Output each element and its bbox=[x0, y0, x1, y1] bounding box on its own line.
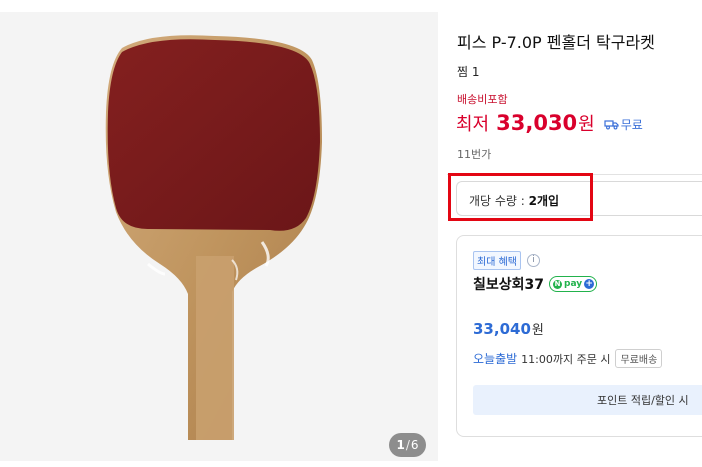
delivery-today-label: 오늘출발 bbox=[473, 352, 518, 366]
product-title: 피스 P-7.0P 펜홀더 탁구라켓 bbox=[457, 33, 655, 52]
delivery-info: 오늘출발 11:00까지 주문 시 무료배송 bbox=[473, 349, 663, 368]
product-page: 1/6 피스 P-7.0P 펜홀더 탁구라켓 찜 1 배송비포함 최저 33,0… bbox=[0, 0, 702, 467]
points-discount-button[interactable]: 포인트 적립/할인 시 bbox=[473, 385, 702, 415]
free-delivery-tag: 무료배송 bbox=[615, 349, 663, 368]
price-prefix: 최저 bbox=[456, 114, 490, 135]
offer-price-value: 33,040 bbox=[473, 320, 531, 338]
free-shipping-text: 무료 bbox=[620, 118, 643, 132]
image-page-counter: 1/6 bbox=[389, 433, 426, 457]
free-shipping-label: 무료 bbox=[604, 116, 643, 133]
product-image-gallery[interactable]: 1/6 bbox=[0, 12, 438, 461]
npay-logo-icon: Npay + bbox=[549, 276, 598, 292]
delivery-cutoff-text: 11:00까지 주문 시 bbox=[521, 352, 611, 366]
info-icon[interactable]: i bbox=[526, 254, 540, 267]
npay-plus-icon: + bbox=[584, 279, 595, 289]
seller-offer-card: 최대 혜택 i 칠보상회37 Npay + 33,040 원 오늘출발 11:00… bbox=[456, 235, 702, 437]
npay-n-mark: N bbox=[553, 279, 563, 289]
offer-price-unit: 원 bbox=[531, 323, 544, 338]
store-row: 칠보상회37 Npay + bbox=[473, 274, 598, 294]
price-unit: 원 bbox=[578, 114, 595, 135]
current-page: 1 bbox=[396, 438, 405, 452]
product-image bbox=[105, 35, 322, 440]
shipping-included-note: 배송비포함 bbox=[457, 93, 508, 106]
npay-label: pay bbox=[564, 279, 583, 289]
paddle-rubber bbox=[107, 39, 321, 231]
max-benefit-badge: 최대 혜택 bbox=[473, 251, 521, 270]
benefit-badge-row: 최대 혜택 i bbox=[473, 251, 540, 270]
price-value: 33,030 bbox=[496, 111, 578, 135]
page-separator: / bbox=[405, 438, 410, 452]
truck-icon bbox=[604, 120, 619, 130]
store-name[interactable]: 칠보상회37 bbox=[473, 274, 544, 294]
wish-count[interactable]: 찜 1 bbox=[457, 63, 480, 80]
annotation-highlight-box bbox=[448, 173, 593, 221]
seller-name[interactable]: 11번가 bbox=[457, 146, 491, 162]
paddle-handle bbox=[196, 256, 234, 440]
lowest-price: 최저 33,030 원 무료 bbox=[456, 110, 643, 136]
offer-price: 33,040 원 bbox=[473, 319, 544, 338]
total-pages: 6 bbox=[410, 438, 419, 452]
